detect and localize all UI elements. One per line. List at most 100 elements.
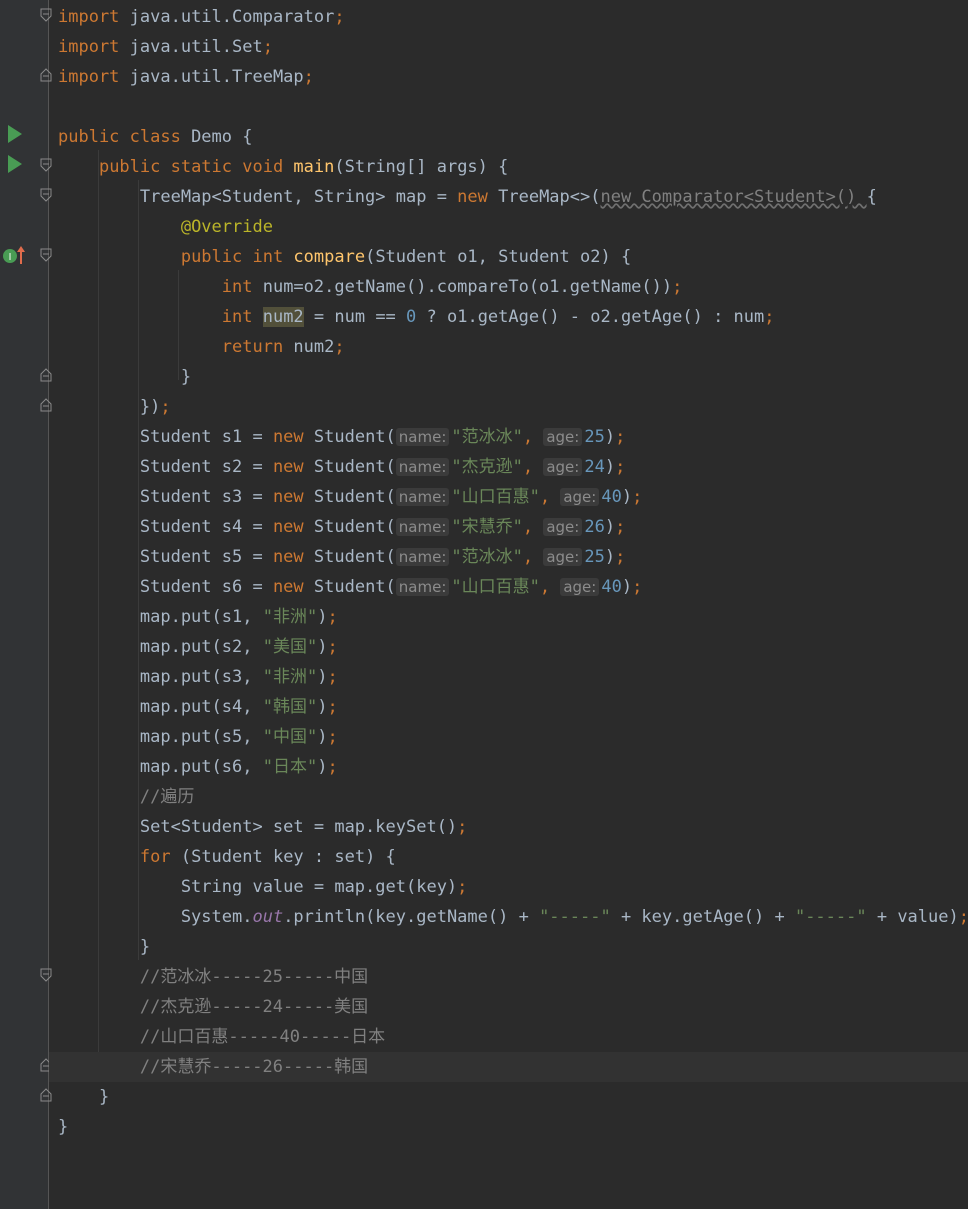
code-text: } <box>58 362 191 392</box>
code-line[interactable]: map.put(s1, "非洲"); <box>49 602 968 632</box>
code-token: ; <box>327 697 338 717</box>
code-token: compare <box>293 247 366 267</box>
code-token: Set<Student> set = map.keySet() <box>58 817 458 837</box>
code-token: out <box>252 907 284 927</box>
code-line[interactable]: public int compare(Student o1, Student o… <box>49 242 968 272</box>
code-text: //范冰冰-----25-----中国 <box>58 962 368 992</box>
code-line[interactable]: map.put(s5, "中国"); <box>49 722 968 752</box>
run-class-icon[interactable] <box>8 125 22 143</box>
code-token: ; <box>334 337 345 357</box>
code-text: map.put(s1, "非洲"); <box>58 602 338 632</box>
code-line[interactable]: String value = map.get(key); <box>49 872 968 902</box>
code-text: String value = map.get(key); <box>58 872 468 902</box>
code-token: TreeMap<Student, String> map = <box>58 187 458 207</box>
code-line[interactable]: //山口百惠-----40-----日本 <box>49 1022 968 1052</box>
code-line[interactable]: int num=o2.getName().compareTo(o1.getNam… <box>49 272 968 302</box>
code-line[interactable]: Student s3 = new Student(name: "山口百惠", ag… <box>49 482 968 512</box>
code-line[interactable]: Student s6 = new Student(name: "山口百惠", ag… <box>49 572 968 602</box>
code-token: 26 <box>584 517 605 537</box>
code-text: Set<Student> set = map.keySet(); <box>58 812 468 842</box>
code-line[interactable]: //遍历 <box>49 782 968 812</box>
code-line[interactable]: //杰克逊-----24-----美国 <box>49 992 968 1022</box>
code-line[interactable]: Student s2 = new Student(name: "杰克逊", age… <box>49 452 968 482</box>
implements-method-icon[interactable]: I <box>2 244 26 268</box>
code-line[interactable]: @Override <box>49 212 968 242</box>
code-line[interactable]: Student s1 = new Student(name: "范冰冰", age… <box>49 422 968 452</box>
run-main-icon[interactable] <box>8 155 22 173</box>
code-token: ; <box>327 607 338 627</box>
code-token: "杰克逊" <box>451 457 523 477</box>
code-token: Student s5 = <box>58 547 273 567</box>
code-token: return <box>221 337 294 357</box>
code-text: for (Student key : set) { <box>58 842 396 872</box>
code-line[interactable]: map.put(s4, "韩国"); <box>49 692 968 722</box>
code-token: , <box>522 547 544 567</box>
code-token: 40 <box>601 487 622 507</box>
code-line[interactable]: System.out.println(key.getName() + "----… <box>49 902 968 932</box>
code-line[interactable]: Set<Student> set = map.keySet(); <box>49 812 968 842</box>
code-token: "非洲" <box>262 667 318 687</box>
code-token: "-----" <box>539 907 611 927</box>
code-text: map.put(s6, "日本"); <box>58 752 338 782</box>
code-token: Student( <box>313 487 396 507</box>
code-line[interactable]: } <box>49 932 968 962</box>
code-text: //山口百惠-----40-----日本 <box>58 1022 385 1052</box>
code-line[interactable]: //宋慧乔-----26-----韩国 <box>49 1052 968 1082</box>
code-token: ) <box>317 697 328 717</box>
code-line[interactable]: Student s4 = new Student(name: "宋慧乔", age… <box>49 512 968 542</box>
code-line[interactable]: //范冰冰-----25-----中国 <box>49 962 968 992</box>
code-line[interactable]: TreeMap<Student, String> map = new TreeM… <box>49 182 968 212</box>
code-line[interactable]: } <box>49 1112 968 1142</box>
code-token: java.util.Set <box>119 37 263 57</box>
parameter-hint: age: <box>543 518 583 536</box>
code-token: new <box>272 577 314 597</box>
code-line[interactable]: map.put(s6, "日本"); <box>49 752 968 782</box>
code-token: "范冰冰" <box>451 547 523 567</box>
code-line[interactable]: import java.util.Comparator; <box>49 2 968 32</box>
code-text: } <box>58 1112 68 1142</box>
code-token: num2 <box>293 337 335 357</box>
code-token: (String[] args) { <box>334 157 509 177</box>
code-line[interactable]: } <box>49 362 968 392</box>
parameter-hint: age: <box>543 458 583 476</box>
code-line[interactable]: Student s5 = new Student(name: "范冰冰", age… <box>49 542 968 572</box>
code-token: Student( <box>313 547 396 567</box>
code-line[interactable]: public static void main(String[] args) { <box>49 152 968 182</box>
code-token: ) <box>317 637 328 657</box>
code-line[interactable]: import java.util.Set; <box>49 32 968 62</box>
code-token: public int <box>180 247 294 267</box>
code-token: new <box>272 487 314 507</box>
code-text: import java.util.Comparator; <box>58 2 345 32</box>
code-line[interactable]: map.put(s2, "美国"); <box>49 632 968 662</box>
implements-icon-letter: I <box>9 252 12 263</box>
code-token: TreeMap<>( <box>498 187 601 207</box>
code-line[interactable]: }); <box>49 392 968 422</box>
code-token: } <box>58 367 192 387</box>
code-line[interactable]: for (Student key : set) { <box>49 842 968 872</box>
code-editor[interactable]: import java.util.Comparator; import java.… <box>49 0 968 1209</box>
code-token: "山口百惠" <box>451 487 540 507</box>
code-line[interactable]: } <box>49 1082 968 1112</box>
code-line[interactable] <box>49 92 968 122</box>
code-line[interactable]: int num2 = num == 0 ? o1.getAge() - o2.g… <box>49 302 968 332</box>
code-line[interactable]: return num2; <box>49 332 968 362</box>
code-text: public static void main(String[] args) { <box>58 152 508 182</box>
code-token: ; <box>327 637 338 657</box>
code-token: 40 <box>601 577 622 597</box>
code-token: import <box>58 67 120 87</box>
code-token: ; <box>334 7 345 27</box>
parameter-hint: age: <box>560 578 600 596</box>
code-line[interactable]: import java.util.TreeMap; <box>49 62 968 92</box>
code-token: Student( <box>313 577 396 597</box>
code-token: (Student o1, Student o2) { <box>365 247 632 267</box>
code-token: ) <box>604 427 616 447</box>
code-line[interactable]: map.put(s3, "非洲"); <box>49 662 968 692</box>
code-line[interactable]: public class Demo { <box>49 122 968 152</box>
editor-gutter <box>0 0 48 1209</box>
code-token: ; <box>303 67 314 87</box>
